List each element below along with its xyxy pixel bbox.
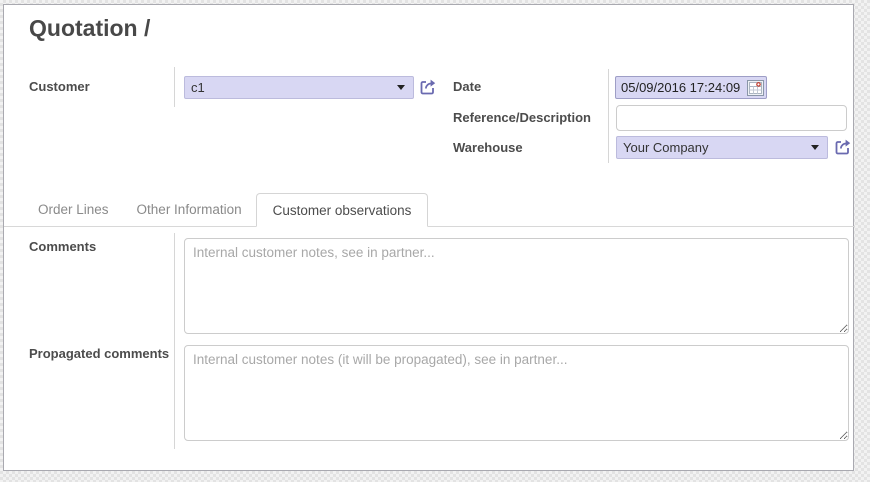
- external-link-icon: [833, 144, 852, 159]
- comments-label: Comments: [29, 239, 96, 255]
- tab-order-lines[interactable]: Order Lines: [24, 193, 123, 226]
- calendar-icon: [747, 84, 764, 99]
- tab-customer-observations[interactable]: Customer observations: [256, 193, 429, 227]
- external-link-icon: [418, 84, 437, 99]
- date-value: 05/09/2016 17:24:09: [616, 80, 747, 95]
- warehouse-open-record-button[interactable]: [833, 137, 852, 156]
- date-input[interactable]: 05/09/2016 17:24:09: [615, 76, 767, 99]
- propagated-comments-textarea[interactable]: [184, 345, 849, 441]
- customer-value: c1: [185, 80, 397, 95]
- tab-other-information[interactable]: Other Information: [123, 193, 256, 226]
- reference-input[interactable]: [616, 105, 847, 131]
- warehouse-label: Warehouse: [453, 140, 523, 156]
- customer-label: Customer: [29, 79, 90, 95]
- propagated-comments-label: Propagated comments: [29, 346, 169, 362]
- warehouse-value: Your Company: [617, 140, 811, 155]
- customer-select[interactable]: c1: [184, 76, 414, 99]
- quotation-form-sheet: Quotation / Customer c1 Date 05/09/2016 …: [3, 4, 854, 471]
- date-label: Date: [453, 79, 481, 95]
- customer-open-record-button[interactable]: [418, 77, 437, 96]
- warehouse-select[interactable]: Your Company: [616, 136, 828, 159]
- divider: [608, 69, 609, 163]
- reference-label: Reference/Description: [453, 110, 591, 126]
- notebook-tabbar: Order Lines Other Information Customer o…: [4, 193, 855, 227]
- caret-down-icon: [397, 85, 405, 90]
- divider: [174, 233, 175, 449]
- comments-textarea[interactable]: [184, 238, 849, 334]
- caret-down-icon: [811, 145, 819, 150]
- page-title: Quotation /: [29, 15, 150, 42]
- divider: [174, 67, 175, 107]
- calendar-picker-button[interactable]: [747, 80, 764, 96]
